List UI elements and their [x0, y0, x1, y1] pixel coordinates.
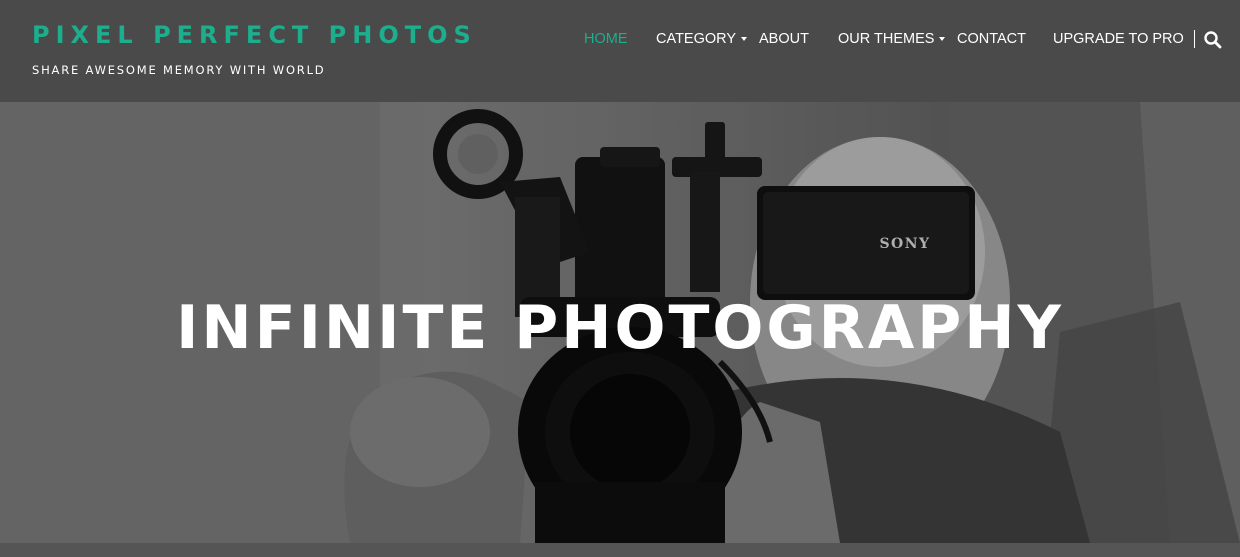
site-header: PIXEL PERFECT PHOTOS SHARE AWESOME MEMOR… [0, 0, 1240, 102]
nav-item-home[interactable]: HOME [584, 28, 628, 50]
nav-item-label: OUR THEMES [838, 31, 935, 47]
hero-banner: SONY INFINITE PHOTOGRAPHY [0, 102, 1240, 543]
site-tagline: SHARE AWESOME MEMORY WITH WORLD [32, 63, 326, 77]
nav-item-label: CONTACT [957, 31, 1027, 47]
content-strip [0, 543, 1240, 557]
site-branding: PIXEL PERFECT PHOTOS SHARE AWESOME MEMOR… [32, 20, 477, 77]
nav-item-label: CATEGORY [656, 31, 737, 47]
nav-item-about[interactable]: ABOUT [759, 28, 809, 50]
nav-item-label: HOME [584, 31, 628, 47]
main-navigation: HOME CATEGORY ABOUT OUR THEMES CONTACT U… [584, 28, 1224, 50]
chevron-down-icon [939, 37, 946, 41]
nav-item-label: UPGRADE TO PRO [1053, 31, 1184, 47]
nav-item-contact[interactable]: CONTACT [957, 28, 1026, 50]
nav-divider [1194, 30, 1195, 48]
chevron-down-icon [741, 37, 748, 41]
hero-title: INFINITE PHOTOGRAPHY [176, 293, 1064, 363]
search-icon[interactable] [1203, 30, 1223, 50]
nav-item-upgrade-to-pro[interactable]: UPGRADE TO PRO [1053, 28, 1184, 50]
nav-item-category[interactable]: CATEGORY [656, 28, 748, 50]
site-title-link[interactable]: PIXEL PERFECT PHOTOS [32, 20, 477, 50]
nav-item-our-themes[interactable]: OUR THEMES [838, 28, 946, 50]
nav-item-label: ABOUT [759, 31, 809, 47]
